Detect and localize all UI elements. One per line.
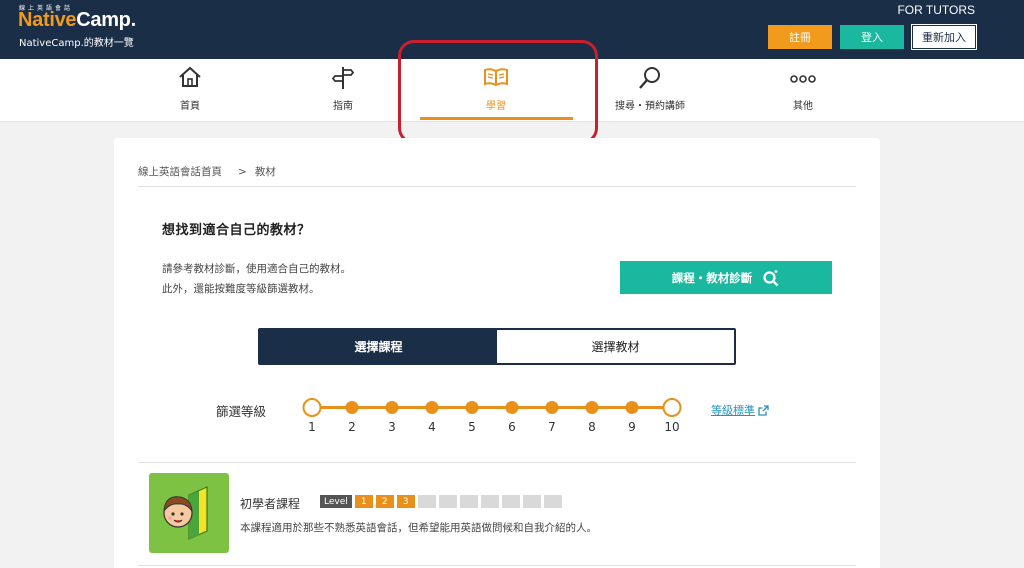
more-icon [790, 75, 816, 83]
slider-dot[interactable] [505, 401, 519, 414]
level-tag: Level [320, 495, 352, 508]
level-range-slider[interactable]: 1 2 3 4 5 6 7 8 9 10 [298, 396, 688, 436]
level-tick: 1 [308, 420, 316, 434]
level-tick: 5 [468, 420, 476, 434]
level-tick: 8 [588, 420, 596, 434]
level-box: 1 [354, 495, 373, 508]
search-icon [639, 67, 660, 89]
logo-native-text: Native [18, 9, 77, 31]
section-title: 想找到適合自己的教材？ [162, 223, 311, 238]
nav-item-search-tutors[interactable]: 搜尋・預約講師 [600, 59, 700, 122]
level-tick: 4 [428, 420, 436, 434]
rejoin-button[interactable]: 重新加入 [911, 24, 977, 50]
level-box: 3 [396, 495, 415, 508]
nav-label-search-tutors: 搜尋・預約講師 [615, 101, 685, 112]
login-button[interactable]: 登入 [840, 25, 904, 49]
level-tick: 3 [388, 420, 396, 434]
intro-description-line1: 請參考教材診斷，使用適合自己的教材。 [162, 263, 351, 275]
level-box [459, 495, 478, 508]
level-tick: 10 [664, 420, 680, 434]
highlight-box [398, 40, 598, 144]
nav-item-guide[interactable]: 指南 [293, 59, 393, 122]
nav-label-guide: 指南 [333, 101, 353, 112]
breadcrumb: 線上英語會話首頁 > 教材 [138, 164, 284, 179]
slider-dot[interactable] [625, 401, 639, 414]
page-subtitle: NativeCamp.的教材一覽 [19, 38, 134, 49]
slider-dot[interactable] [585, 401, 599, 414]
divider [138, 565, 856, 566]
beginner-course-thumbnail[interactable] [149, 473, 229, 553]
register-button[interactable]: 註冊 [768, 25, 832, 49]
slider-dot[interactable] [345, 401, 359, 414]
external-link-icon [758, 404, 769, 416]
slider-dot[interactable] [385, 401, 399, 414]
course-level-indicator: Level 1 2 3 [320, 495, 562, 508]
diagnosis-button[interactable]: 課程・教材診斷 [620, 261, 832, 294]
level-tick: 2 [348, 420, 356, 434]
level-box: 2 [375, 495, 394, 508]
level-tick: 9 [628, 420, 636, 434]
level-box [522, 495, 541, 508]
select-materials-tab[interactable]: 選擇教材 [497, 330, 734, 363]
nav-item-home[interactable]: 首頁 [140, 59, 240, 122]
nav-label-home: 首頁 [180, 101, 200, 112]
divider [138, 462, 856, 463]
intro-description-line2: 此外，還能按難度等級篩選教材。 [162, 283, 320, 295]
level-tick: 6 [508, 420, 516, 434]
level-standard-link[interactable]: 等級標準 [711, 402, 769, 418]
course-material-toggle: 選擇課程 選擇教材 [258, 328, 736, 365]
course-description: 本課程適用於那些不熟悉英語會話，但希望能用英語做問候和自我介紹的人。 [240, 522, 597, 534]
diagnosis-button-label: 課程・教材診斷 [671, 270, 753, 285]
level-filter-label: 篩選等級 [216, 404, 267, 419]
level-box [417, 495, 436, 508]
nav-label-other: 其他 [793, 101, 813, 112]
level-tick: 7 [548, 420, 556, 434]
content-card: 線上英語會話首頁 > 教材 想找到適合自己的教材？ 請參考教材診斷，使用適合自己的教… [114, 138, 880, 568]
level-box [501, 495, 520, 508]
breadcrumb-home[interactable]: 線上英語會話首頁 [138, 166, 222, 178]
magnifier-sparkle-icon [763, 269, 779, 286]
level-box [438, 495, 457, 508]
nativecamp-logo[interactable]: NativeCamp. [18, 9, 136, 32]
slider-handle-min[interactable] [302, 398, 322, 417]
breadcrumb-current: 教材 [254, 166, 276, 178]
level-box [480, 495, 499, 508]
signpost-icon [331, 67, 355, 89]
breadcrumb-separator: > [238, 166, 247, 178]
boy-with-beginner-mark-icon [163, 486, 208, 540]
home-icon [179, 66, 201, 87]
level-standard-label: 等級標準 [711, 404, 755, 417]
course-title[interactable]: 初學者課程 [240, 495, 300, 512]
nav-item-other[interactable]: 其他 [753, 59, 853, 122]
select-courses-tab[interactable]: 選擇課程 [260, 330, 497, 363]
divider [138, 186, 856, 187]
slider-dot[interactable] [425, 401, 439, 414]
slider-track [312, 406, 672, 409]
for-tutors-link[interactable]: FOR TUTORS [897, 3, 975, 17]
logo-camp-text: Camp. [76, 9, 136, 31]
level-box [543, 495, 562, 508]
slider-handle-max[interactable] [662, 398, 682, 417]
slider-dot[interactable] [545, 401, 559, 414]
slider-dot[interactable] [465, 401, 479, 414]
